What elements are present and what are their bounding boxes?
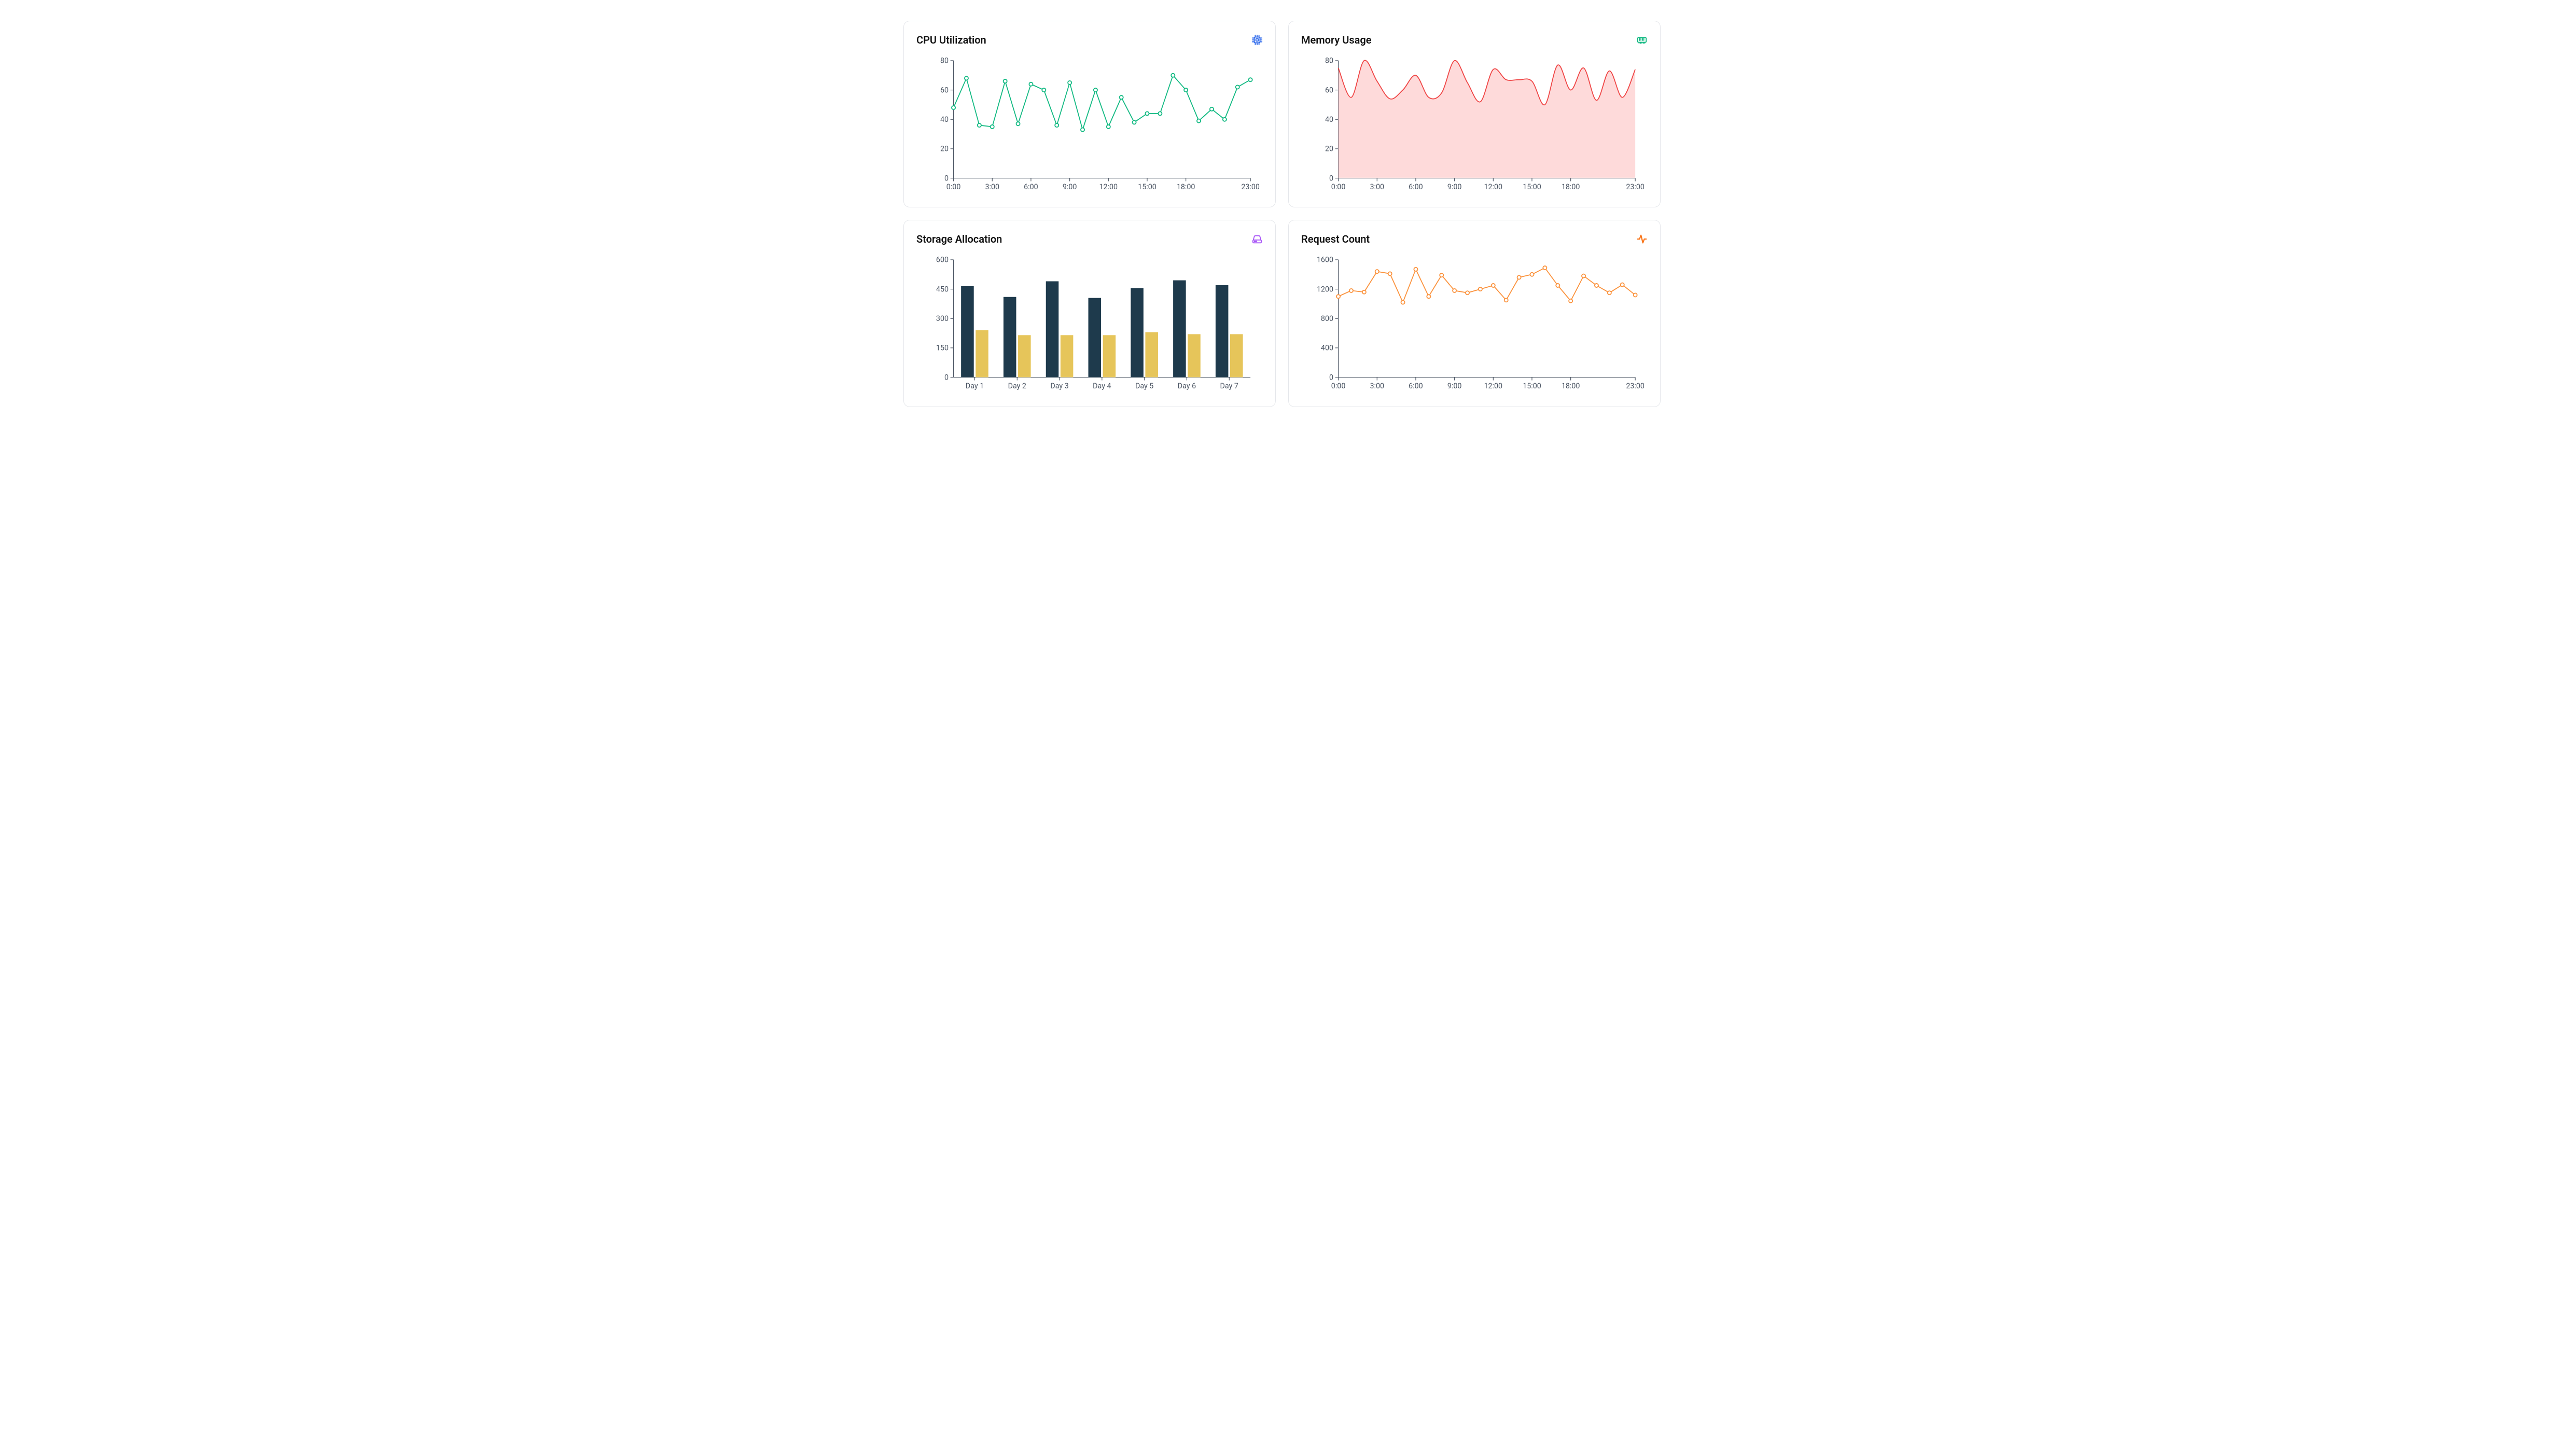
svg-text:Day 5: Day 5 bbox=[1135, 382, 1153, 390]
svg-text:0: 0 bbox=[1329, 374, 1333, 382]
svg-text:150: 150 bbox=[936, 344, 949, 353]
svg-text:3:00: 3:00 bbox=[1370, 382, 1384, 390]
card-title-memory: Memory Usage bbox=[1301, 34, 1372, 46]
chart-memory: 0 20 40 60 80 0:00 3:00 6:00 9:00 12:00 15:00 18:00… bbox=[1301, 54, 1648, 197]
svg-text:12:00: 12:00 bbox=[1484, 382, 1502, 390]
chart-storage: 0 150 300 450 600 Day 1 Day 2 Day 3 Day 4 Day 5 Da… bbox=[916, 254, 1263, 396]
svg-text:15:00: 15:00 bbox=[1523, 382, 1541, 390]
svg-text:9:00: 9:00 bbox=[1447, 382, 1462, 390]
svg-text:1600: 1600 bbox=[1317, 256, 1333, 264]
svg-text:18:00: 18:00 bbox=[1562, 183, 1580, 191]
svg-text:0:00: 0:00 bbox=[946, 183, 961, 191]
card-title-requests: Request Count bbox=[1301, 233, 1370, 245]
svg-text:23:00: 23:00 bbox=[1626, 183, 1645, 191]
svg-text:40: 40 bbox=[940, 116, 949, 124]
svg-text:600: 600 bbox=[936, 256, 949, 264]
card-header-cpu: CPU Utilization bbox=[916, 34, 1263, 46]
memory-icon bbox=[1636, 34, 1648, 46]
svg-text:20: 20 bbox=[1325, 145, 1333, 153]
svg-text:0:00: 0:00 bbox=[1331, 382, 1346, 390]
svg-text:18:00: 18:00 bbox=[1562, 382, 1580, 390]
svg-text:3:00: 3:00 bbox=[985, 183, 999, 191]
svg-text:12:00: 12:00 bbox=[1484, 183, 1502, 191]
card-storage: Storage Allocation 0 150 300 450 600 Day 1 Day… bbox=[903, 220, 1276, 407]
card-header-requests: Request Count bbox=[1301, 233, 1648, 245]
card-memory: Memory Usage 0 20 40 60 80 0:00 3:00 6:00 9:00 12… bbox=[1288, 21, 1661, 207]
svg-text:Day 4: Day 4 bbox=[1093, 382, 1111, 390]
svg-text:9:00: 9:00 bbox=[1447, 183, 1462, 191]
svg-text:Day 3: Day 3 bbox=[1050, 382, 1068, 390]
svg-text:18:00: 18:00 bbox=[1177, 183, 1195, 191]
svg-text:1200: 1200 bbox=[1317, 286, 1333, 294]
svg-text:40: 40 bbox=[1325, 116, 1333, 124]
card-header-storage: Storage Allocation bbox=[916, 233, 1263, 245]
svg-text:Day 1: Day 1 bbox=[966, 382, 984, 390]
svg-text:0:00: 0:00 bbox=[1331, 183, 1346, 191]
svg-text:9:00: 9:00 bbox=[1063, 183, 1077, 191]
svg-text:60: 60 bbox=[940, 86, 949, 94]
dashboard-grid: CPU Utilization 0 20 40 60 80 0:00 3:00 6:00 9:0… bbox=[903, 21, 1661, 407]
svg-text:Day 2: Day 2 bbox=[1008, 382, 1026, 390]
card-title-storage: Storage Allocation bbox=[916, 233, 1002, 245]
svg-text:60: 60 bbox=[1325, 86, 1333, 94]
svg-text:23:00: 23:00 bbox=[1241, 183, 1260, 191]
svg-text:Day 7: Day 7 bbox=[1220, 382, 1238, 390]
chart-requests: 0 400 800 1200 1600 0:00 3:00 6:00 9:00 12:00 15:0… bbox=[1301, 254, 1648, 396]
svg-text:12:00: 12:00 bbox=[1099, 183, 1118, 191]
svg-text:400: 400 bbox=[1321, 344, 1333, 353]
svg-text:20: 20 bbox=[940, 145, 949, 153]
svg-text:15:00: 15:00 bbox=[1138, 183, 1156, 191]
hard-drive-icon bbox=[1251, 233, 1263, 245]
svg-text:6:00: 6:00 bbox=[1024, 183, 1038, 191]
svg-text:15:00: 15:00 bbox=[1523, 183, 1541, 191]
svg-text:0: 0 bbox=[1329, 174, 1333, 183]
svg-text:3:00: 3:00 bbox=[1370, 183, 1384, 191]
card-title-cpu: CPU Utilization bbox=[916, 34, 986, 46]
svg-text:6:00: 6:00 bbox=[1409, 183, 1423, 191]
card-cpu: CPU Utilization 0 20 40 60 80 0:00 3:00 6:00 9:0… bbox=[903, 21, 1276, 207]
svg-text:450: 450 bbox=[936, 286, 949, 294]
activity-icon bbox=[1636, 233, 1648, 245]
svg-text:800: 800 bbox=[1321, 315, 1333, 323]
card-requests: Request Count 0 400 800 1200 1600 0:00 3:00 6:0… bbox=[1288, 220, 1661, 407]
svg-text:0: 0 bbox=[944, 174, 949, 183]
svg-text:80: 80 bbox=[940, 57, 949, 65]
svg-text:Day 6: Day 6 bbox=[1178, 382, 1196, 390]
svg-text:0: 0 bbox=[944, 374, 949, 382]
svg-text:23:00: 23:00 bbox=[1626, 382, 1645, 390]
svg-text:300: 300 bbox=[936, 315, 949, 323]
svg-text:6:00: 6:00 bbox=[1409, 382, 1423, 390]
cpu-icon bbox=[1251, 34, 1263, 46]
chart-cpu: 0 20 40 60 80 0:00 3:00 6:00 9:00 12:00 15:00 18:00… bbox=[916, 54, 1263, 197]
card-header-memory: Memory Usage bbox=[1301, 34, 1648, 46]
svg-text:80: 80 bbox=[1325, 57, 1333, 65]
